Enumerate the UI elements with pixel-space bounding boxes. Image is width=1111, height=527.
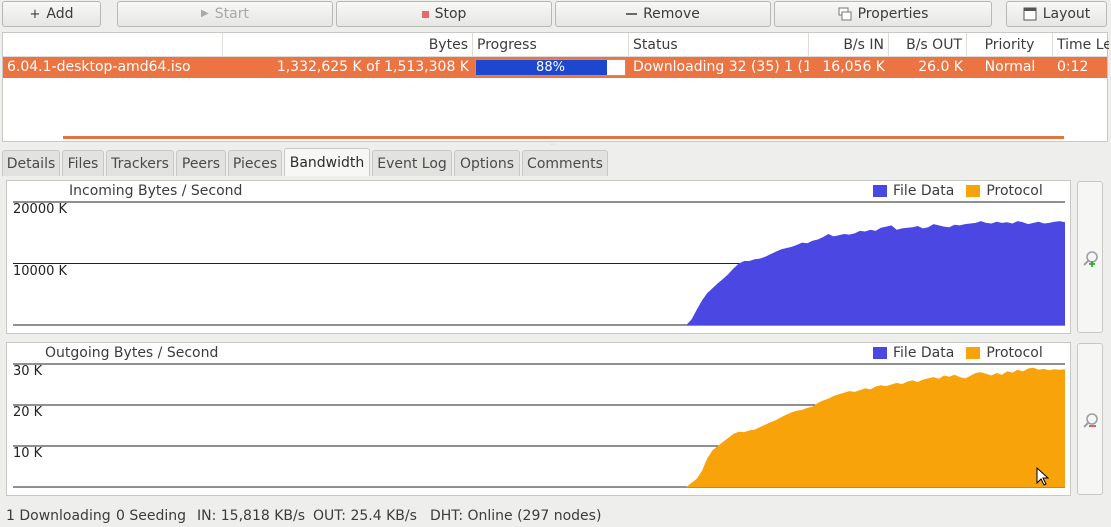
torrent-list[interactable]: Bytes Progress Status B/s IN B/s OUT Pri… [2, 32, 1109, 142]
zoom-in-icon [1083, 251, 1098, 267]
stop-button[interactable]: Stop [336, 1, 552, 27]
plus-icon: + [29, 6, 41, 22]
incoming-legend: File Data Protocol [873, 183, 1043, 199]
layout-icon [1023, 7, 1037, 21]
outgoing-ytick-30: 30 K [13, 364, 43, 379]
column-name[interactable] [3, 33, 223, 57]
layout-button[interactable]: Layout [1006, 1, 1107, 27]
tab-event-log[interactable]: Event Log [372, 150, 452, 176]
tab-details[interactable]: Details [2, 150, 60, 176]
progress-bar: 88% [475, 59, 626, 76]
status-in-rate: IN: 15,818 KB/s [197, 508, 306, 524]
remove-button[interactable]: Remove [555, 1, 771, 27]
column-bs-in[interactable]: B/s IN [809, 33, 889, 57]
outgoing-ytick-20: 20 K [13, 405, 43, 420]
zoom-out-icon [1083, 413, 1098, 428]
mouse-cursor-icon [1036, 467, 1050, 486]
legend-file-data: File Data [893, 183, 955, 199]
zoom-out-button[interactable] [1077, 343, 1103, 495]
legend-swatch-file-data [873, 347, 887, 359]
tab-comments[interactable]: Comments [522, 150, 608, 176]
torrent-priority: Normal [984, 59, 1036, 75]
status-downloading: 1 Downloading [6, 508, 111, 524]
add-button[interactable]: + Add [2, 1, 101, 27]
outgoing-graph-panel: Outgoing Bytes / Second File Data Protoc… [6, 342, 1071, 496]
column-bytes[interactable]: Bytes [223, 33, 473, 57]
zoom-in-button[interactable] [1077, 181, 1103, 333]
column-status[interactable]: Status [629, 33, 809, 57]
legend-swatch-protocol [966, 185, 981, 197]
minus-icon [626, 13, 638, 15]
torrent-status: Downloading 32 (35) 1 (1) [633, 59, 809, 75]
incoming-ytick-20000: 20000 K [13, 202, 68, 217]
incoming-graph [13, 201, 1065, 326]
tab-options[interactable]: Options [454, 150, 520, 176]
torrent-name: 6.04.1-desktop-amd64.iso [7, 59, 191, 75]
column-priority[interactable]: Priority [967, 33, 1053, 57]
legend-protocol: Protocol [986, 183, 1043, 199]
torrent-bytes: 1,332,625 K of 1,513,308 K [276, 59, 469, 75]
toolbar: + Add ▶ Start Stop Remove Properties Lay… [0, 0, 1111, 30]
table-row[interactable]: 6.04.1-desktop-amd64.iso 1,332,625 K of … [3, 57, 1107, 78]
incoming-graph-title: Incoming Bytes / Second [69, 183, 243, 199]
tab-peers[interactable]: Peers [176, 150, 226, 176]
progress-label: 88% [536, 60, 565, 75]
properties-icon [838, 7, 852, 21]
legend-swatch-protocol [966, 347, 981, 359]
torrent-bs-out: 26.0 K [918, 59, 963, 75]
play-icon: ▶ [201, 8, 209, 19]
add-label: Add [46, 6, 74, 22]
status-out-rate: OUT: 25.4 KB/s [313, 508, 417, 524]
torrent-time-left: 0:12 [1057, 59, 1089, 75]
status-bar: 1 Downloading 0 Seeding IN: 15,818 KB/s … [0, 506, 1111, 527]
pane-resize-handle[interactable]: ⋯ [550, 141, 560, 148]
legend-protocol: Protocol [986, 345, 1043, 361]
legend-file-data: File Data [893, 345, 955, 361]
incoming-ytick-10000: 10000 K [13, 264, 68, 279]
tab-pieces[interactable]: Pieces [228, 150, 282, 176]
column-bs-out[interactable]: B/s OUT [889, 33, 967, 57]
remove-label: Remove [643, 6, 700, 22]
tab-bandwidth[interactable]: Bandwidth [284, 148, 370, 176]
outgoing-graph-title: Outgoing Bytes / Second [45, 345, 219, 361]
status-dht: DHT: Online (297 nodes) [430, 508, 602, 524]
status-seeding: 0 Seeding [116, 508, 187, 524]
column-time-left[interactable]: Time Le [1053, 33, 1109, 57]
tab-trackers[interactable]: Trackers [106, 150, 174, 176]
torrent-bs-in: 16,056 K [822, 59, 885, 75]
table-header: Bytes Progress Status B/s IN B/s OUT Pri… [3, 33, 1109, 57]
horizontal-scrollbar[interactable] [63, 136, 1064, 139]
start-button[interactable]: ▶ Start [117, 1, 333, 27]
properties-button[interactable]: Properties [774, 1, 992, 27]
outgoing-graph [13, 363, 1065, 488]
stop-label: Stop [434, 6, 467, 22]
properties-label: Properties [857, 6, 929, 22]
legend-swatch-file-data [873, 185, 887, 197]
series-area-file-data [13, 221, 1065, 325]
column-progress[interactable]: Progress [473, 33, 629, 57]
stop-icon [421, 10, 429, 18]
outgoing-legend: File Data Protocol [873, 345, 1043, 361]
start-label: Start [214, 6, 249, 22]
incoming-graph-panel: Incoming Bytes / Second File Data Protoc… [6, 180, 1071, 334]
series-area-protocol [13, 367, 1065, 487]
outgoing-ytick-10: 10 K [13, 446, 43, 461]
layout-label: Layout [1042, 6, 1091, 22]
tab-files[interactable]: Files [62, 150, 104, 176]
